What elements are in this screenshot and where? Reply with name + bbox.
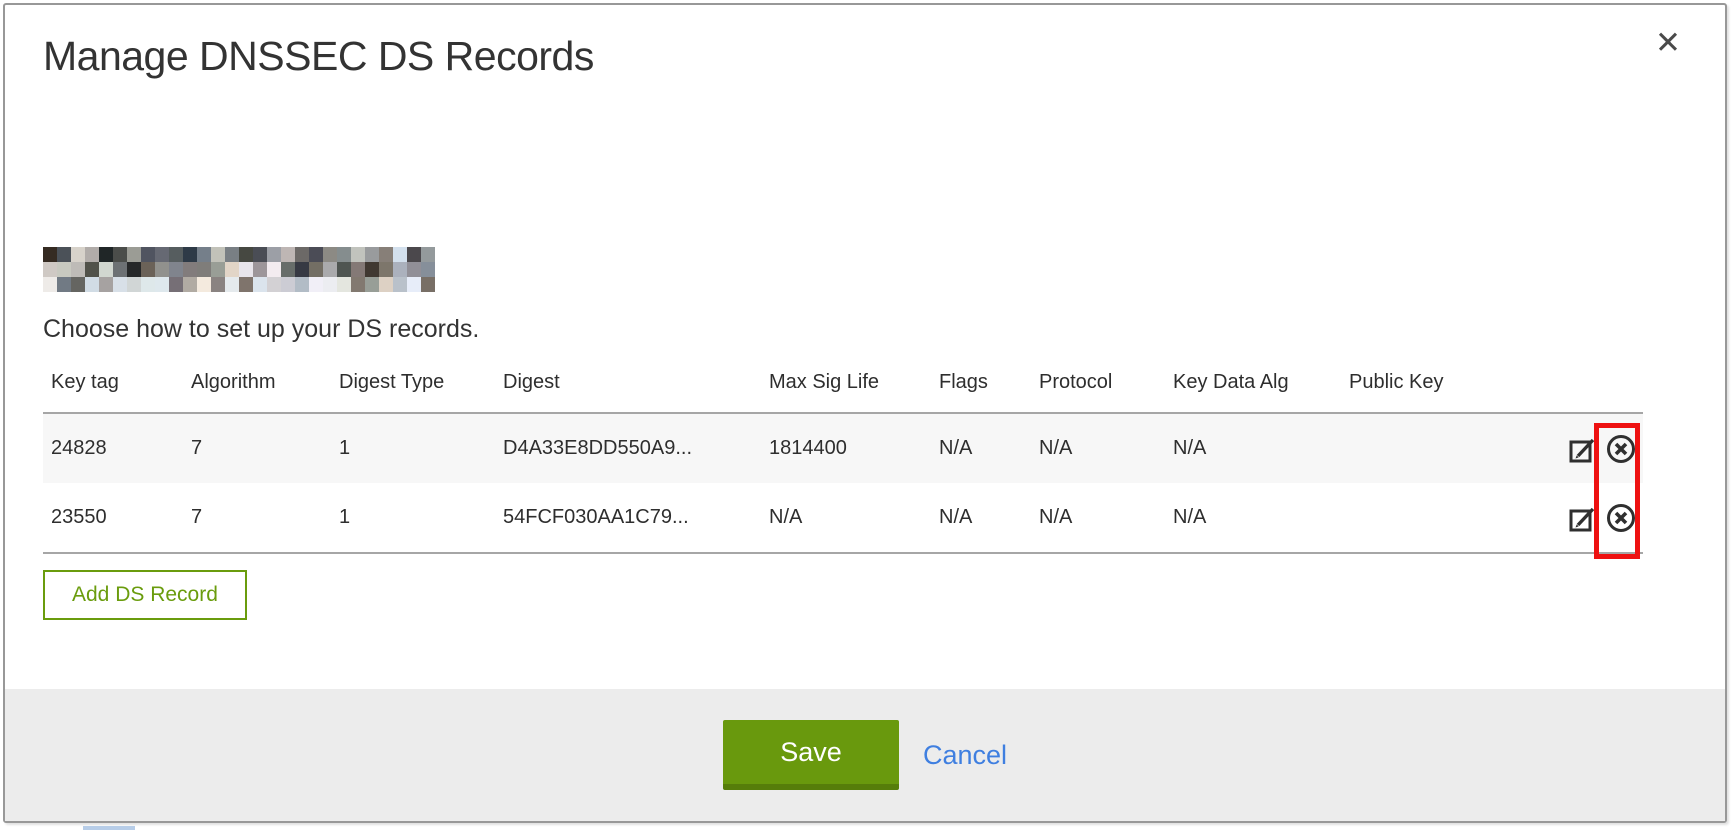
cell-max-sig-life: 1814400	[761, 413, 931, 483]
cell-key-tag: 24828	[43, 413, 183, 483]
col-max-sig-life: Max Sig Life	[761, 365, 931, 413]
cell-flags: N/A	[931, 413, 1031, 483]
cell-actions	[1521, 483, 1643, 553]
dialog-title: Manage DNSSEC DS Records	[43, 33, 594, 80]
close-icon[interactable]: ✕	[1655, 27, 1681, 58]
cell-flags: N/A	[931, 483, 1031, 553]
redacted-domain-name	[43, 247, 435, 292]
col-algorithm: Algorithm	[183, 365, 331, 413]
dialog-content: Manage DNSSEC DS Records ✕ Choose how to…	[5, 5, 1725, 689]
col-flags: Flags	[931, 365, 1031, 413]
cell-digest-type: 1	[331, 413, 495, 483]
edit-icon[interactable]	[1566, 501, 1600, 535]
col-key-data-alg: Key Data Alg	[1165, 365, 1341, 413]
cell-max-sig-life: N/A	[761, 483, 931, 553]
ds-records-table-wrap: Key tag Algorithm Digest Type Digest Max…	[43, 365, 1643, 554]
cell-key-data-alg: N/A	[1165, 413, 1341, 483]
cell-protocol: N/A	[1031, 413, 1165, 483]
subtitle-text: Choose how to set up your DS records.	[43, 315, 479, 344]
col-digest-type: Digest Type	[331, 365, 495, 413]
cell-digest-type: 1	[331, 483, 495, 553]
manage-dnssec-dialog: Manage DNSSEC DS Records ✕ Choose how to…	[3, 3, 1727, 823]
col-protocol: Protocol	[1031, 365, 1165, 413]
cell-protocol: N/A	[1031, 483, 1165, 553]
cell-digest: 54FCF030AA1C79...	[495, 483, 761, 553]
save-button[interactable]: Save	[723, 720, 899, 790]
add-ds-record-button[interactable]: Add DS Record	[43, 570, 247, 620]
table-header-row: Key tag Algorithm Digest Type Digest Max…	[43, 365, 1643, 413]
col-key-tag: Key tag	[43, 365, 183, 413]
cell-key-data-alg: N/A	[1165, 483, 1341, 553]
dialog-footer: Save Cancel	[5, 689, 1725, 821]
background-page-fragment	[83, 826, 135, 830]
col-actions	[1521, 365, 1643, 413]
cancel-link[interactable]: Cancel	[923, 740, 1007, 771]
cell-public-key	[1341, 483, 1521, 553]
cell-public-key	[1341, 413, 1521, 483]
cell-algorithm: 7	[183, 413, 331, 483]
delete-icon[interactable]	[1603, 500, 1639, 536]
col-digest: Digest	[495, 365, 761, 413]
cell-digest: D4A33E8DD550A9...	[495, 413, 761, 483]
cell-actions	[1521, 413, 1643, 483]
ds-records-table: Key tag Algorithm Digest Type Digest Max…	[43, 365, 1643, 554]
delete-icon[interactable]	[1603, 431, 1639, 467]
table-row: 23550 7 1 54FCF030AA1C79... N/A N/A N/A …	[43, 483, 1643, 553]
edit-icon[interactable]	[1566, 432, 1600, 466]
table-row: 24828 7 1 D4A33E8DD550A9... 1814400 N/A …	[43, 413, 1643, 483]
cell-key-tag: 23550	[43, 483, 183, 553]
cell-algorithm: 7	[183, 483, 331, 553]
col-public-key: Public Key	[1341, 365, 1521, 413]
